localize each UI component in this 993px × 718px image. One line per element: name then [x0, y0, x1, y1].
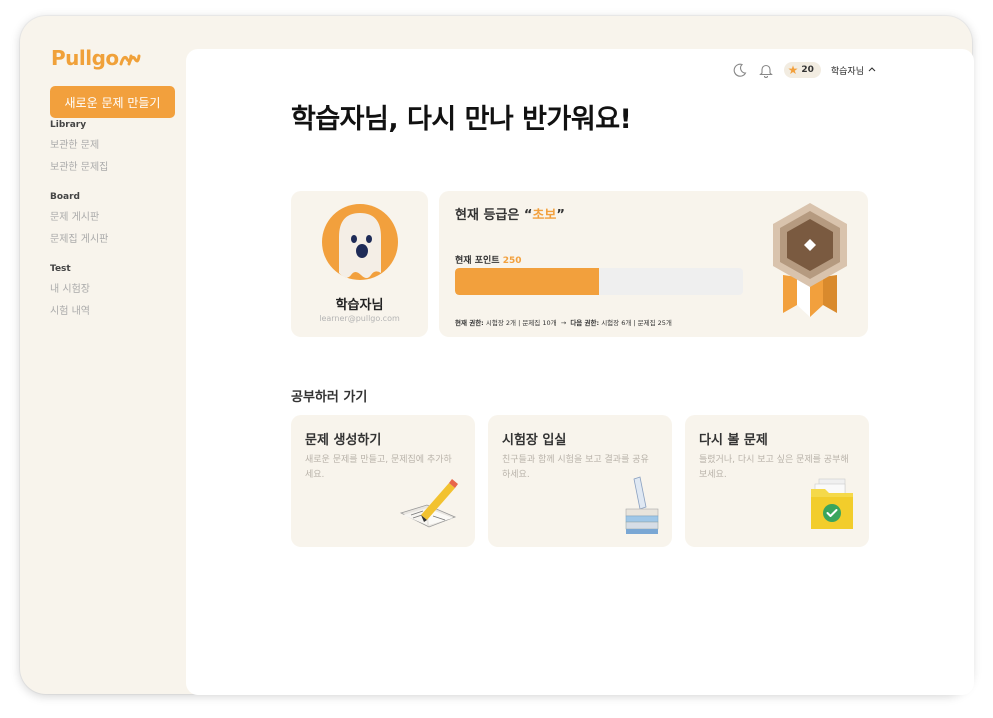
- review-problems-card[interactable]: 다시 볼 문제 틀렸거나, 다시 보고 싶은 문제를 공부해보세요.: [685, 415, 869, 547]
- new-problem-button[interactable]: 새로운 문제 만들기: [50, 86, 175, 118]
- profile-card: 학습자님 learner@pullgo.com: [291, 191, 428, 337]
- user-menu-name: 학습자님: [830, 66, 864, 77]
- grade-name: 초보: [532, 208, 557, 223]
- grade-title: 현재 등급은 “초보”: [455, 204, 565, 223]
- profile-name: 학습자님: [335, 298, 384, 313]
- top-bar: ★ 20 학습자님: [732, 61, 876, 79]
- moon-icon[interactable]: [732, 62, 748, 78]
- sidebar-section-test: Test 내 시험장 시험 내역: [50, 264, 90, 324]
- sidebar-item-saved-problems[interactable]: 보관한 문제: [50, 136, 108, 151]
- logo-mark-icon: [119, 54, 141, 66]
- points-line: 현재 포인트 250: [455, 253, 521, 266]
- folder-check-icon: [809, 477, 857, 539]
- sidebar-item-test-history[interactable]: 시험 내역: [50, 302, 90, 317]
- points-value: 250: [502, 256, 522, 266]
- grade-card: 현재 등급은 “초보” 현재 포인트 250 현재 권한: 시험장 2개 | 문…: [439, 191, 868, 337]
- pullgo-logo[interactable]: Pullgo: [51, 46, 141, 70]
- grade-title-prefix: 현재 등급은 “: [455, 208, 533, 223]
- user-menu[interactable]: 학습자님: [831, 64, 876, 77]
- app-window: Pullgo 새로운 문제 만들기 Library 보관한 문제 보관한 문제집…: [20, 16, 974, 695]
- sidebar-item-saved-workbooks[interactable]: 보관한 문제집: [50, 158, 108, 173]
- main-panel: ★ 20 학습자님 학습자님, 다시 만나 반가워요! 학습자님 learner…: [186, 49, 974, 695]
- study-section-title: 공부하러 가기: [291, 390, 368, 405]
- grade-title-suffix: ”: [556, 208, 565, 223]
- create-problem-card[interactable]: 문제 생성하기 새로운 문제를 만들고, 문제집에 추가하세요.: [291, 415, 475, 547]
- sidebar-heading-test: Test: [50, 264, 71, 274]
- sidebar-item-problem-board[interactable]: 문제 게시판: [50, 208, 108, 223]
- points-progress-bar: [455, 268, 743, 295]
- sidebar-heading-library: Library: [50, 120, 87, 130]
- arrow-right-icon: →: [560, 319, 567, 327]
- bell-icon[interactable]: [758, 62, 774, 78]
- profile-email: learner@pullgo.com: [319, 314, 400, 323]
- star-icon: ★: [787, 63, 799, 77]
- logo-text: Pullgo: [51, 46, 119, 70]
- sidebar-item-workbook-board[interactable]: 문제집 게시판: [50, 230, 108, 245]
- current-permission-label: 현재 권한:: [455, 319, 484, 327]
- sidebar-section-board: Board 문제 게시판 문제집 게시판: [50, 192, 108, 252]
- books-test-tube-icon: [622, 475, 662, 539]
- card-title: 시험장 입실: [502, 433, 567, 448]
- points-label: 현재 포인트: [455, 256, 500, 266]
- next-permission-label: 다음 권한:: [570, 319, 600, 327]
- card-title: 다시 볼 문제: [699, 433, 768, 448]
- ghost-avatar: [321, 203, 399, 281]
- enter-test-room-card[interactable]: 시험장 입실 친구들과 함께 시험을 보고 결과를 공유하세요.: [488, 415, 672, 547]
- sidebar-section-library: Library 보관한 문제 보관한 문제집: [50, 120, 108, 180]
- page-title: 학습자님, 다시 만나 반가워요!: [291, 104, 632, 135]
- current-permission-value: 시험장 2개 | 문제집 10개: [485, 319, 557, 327]
- points-progress-fill: [455, 268, 599, 295]
- sidebar-heading-board: Board: [50, 192, 80, 202]
- permission-line: 현재 권한: 시험장 2개 | 문제집 10개 → 다음 권한: 시험장 6개 …: [455, 317, 672, 327]
- points-badge[interactable]: ★ 20: [783, 62, 821, 78]
- card-title: 문제 생성하기: [305, 433, 382, 448]
- book-pencil-icon: [397, 475, 459, 537]
- next-permission-value: 시험장 6개 | 문제집 25개: [601, 319, 672, 327]
- chevron-up-icon: [868, 65, 876, 75]
- sidebar-item-my-test-room[interactable]: 내 시험장: [50, 280, 90, 295]
- points-count: 20: [801, 65, 814, 75]
- grade-medal-icon: [767, 201, 853, 323]
